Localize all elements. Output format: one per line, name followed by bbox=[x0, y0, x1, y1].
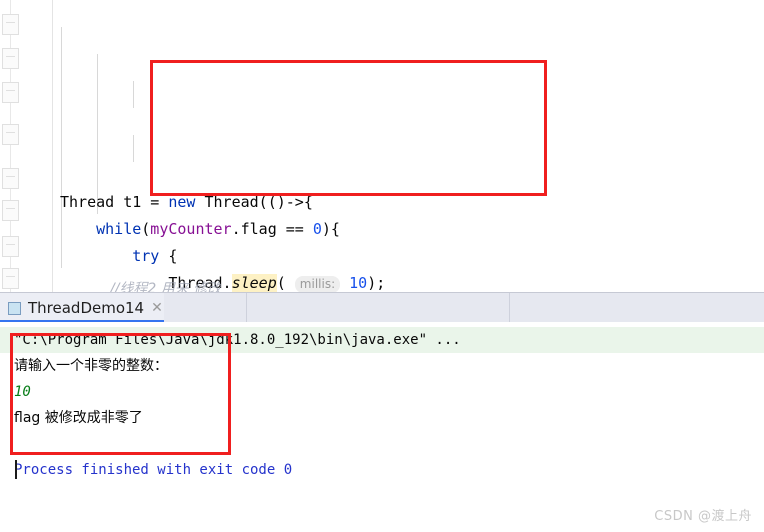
code-token: Thread(()->{ bbox=[195, 193, 313, 211]
clipped-comment-line: //线程2 用来 修改 bbox=[110, 281, 222, 292]
run-config-icon bbox=[8, 301, 21, 315]
tab-bar-separator bbox=[246, 293, 247, 323]
gutter-marker-icon bbox=[2, 14, 19, 35]
editor-gutter-marks bbox=[0, 0, 22, 292]
console-line: 10 bbox=[14, 384, 31, 400]
run-tab-bar[interactable]: ThreadDemo14 ✕ bbox=[0, 292, 764, 323]
code-token: ); bbox=[367, 274, 386, 292]
code-token: millis: bbox=[294, 276, 341, 292]
indent-guide bbox=[133, 81, 134, 108]
code-text-area[interactable]: Thread t1 = new Thread(()->{while(myCoun… bbox=[60, 0, 764, 292]
console-line: flag 被修改成非零了 bbox=[14, 410, 143, 426]
code-line: Thread t1 = new Thread(()->{ bbox=[60, 189, 764, 216]
code-token: { bbox=[159, 247, 178, 265]
code-token: while bbox=[96, 220, 142, 238]
tab-threaddemo14[interactable]: ThreadDemo14 ✕ bbox=[0, 293, 164, 323]
gutter-marker-icon bbox=[2, 200, 19, 221]
console-line: Process finished with exit code 0 bbox=[14, 462, 293, 478]
gutter-marker-icon bbox=[2, 48, 19, 69]
tab-bar-separator bbox=[509, 293, 510, 323]
code-token: ){ bbox=[321, 220, 340, 238]
code-token: sleep bbox=[231, 274, 277, 292]
console-command-line: "C:\Program Files\Java\jdk1.8.0_192\bin\… bbox=[0, 327, 764, 353]
close-icon[interactable]: ✕ bbox=[151, 301, 163, 315]
gutter-marker-icon bbox=[2, 168, 19, 189]
code-editor-pane[interactable]: Thread t1 = new Thread(()->{while(myCoun… bbox=[0, 0, 764, 292]
code-token: .flag == bbox=[231, 220, 313, 238]
indent-guide bbox=[133, 135, 134, 162]
code-token: Thread t1 = bbox=[60, 193, 169, 211]
code-token: 10 bbox=[349, 274, 368, 292]
tab-label: ThreadDemo14 bbox=[28, 299, 145, 317]
code-token: ( bbox=[141, 220, 151, 238]
code-token: ( bbox=[276, 274, 295, 292]
gutter-marker-icon bbox=[2, 236, 19, 257]
code-token: try bbox=[132, 247, 160, 265]
console-line: 请输入一个非零的整数： bbox=[14, 358, 168, 374]
console-caret bbox=[15, 460, 17, 479]
code-token: new bbox=[168, 193, 196, 211]
code-line: try { bbox=[60, 243, 764, 270]
console-output[interactable]: "C:\Program Files\Java\jdk1.8.0_192\bin\… bbox=[0, 322, 764, 532]
code-token: myCounter bbox=[150, 220, 232, 238]
gutter-divider bbox=[52, 0, 53, 292]
run-tool-window[interactable]: ThreadDemo14 ✕ "C:\Program Files\Java\jd… bbox=[0, 292, 764, 532]
gutter-marker-icon bbox=[2, 124, 19, 145]
code-token: 0 bbox=[312, 220, 322, 238]
watermark: CSDN @渡上舟 bbox=[654, 509, 752, 524]
code-line: while(myCounter.flag == 0){ bbox=[60, 216, 764, 243]
gutter-marker-icon bbox=[2, 82, 19, 103]
gutter-marker-icon bbox=[2, 268, 19, 289]
